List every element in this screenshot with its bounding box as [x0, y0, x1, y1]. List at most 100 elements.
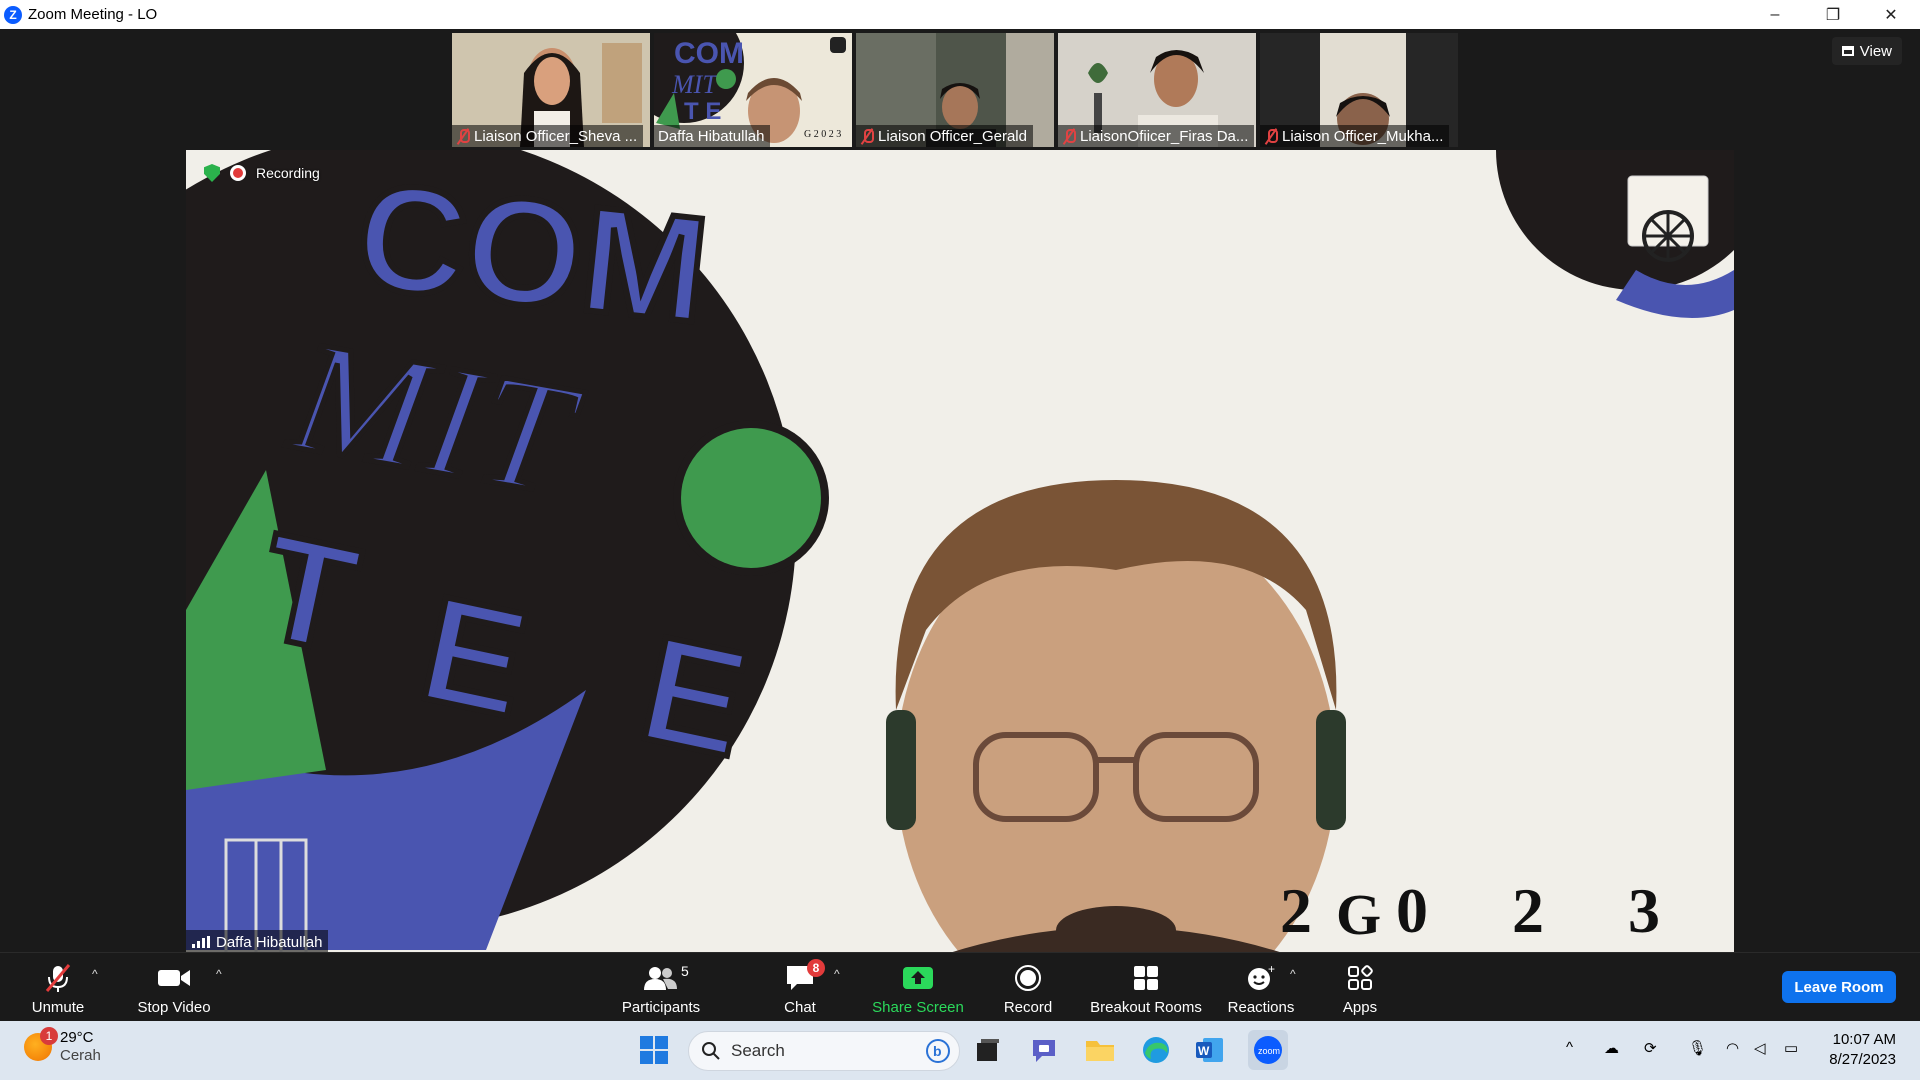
speaker-name-tag: Daffa Hibatullah	[186, 930, 329, 954]
apps-icon	[1346, 963, 1374, 993]
participant-thumbnail-active[interactable]: COM MIT T E G 2 0 2 3 Daffa Hibatullah	[654, 33, 852, 147]
weather-sun-icon: 1	[24, 1027, 58, 1061]
participants-count: 5	[681, 963, 689, 979]
record-button[interactable]: Record	[1002, 959, 1054, 1019]
show-hidden-icons-chevron-icon[interactable]: ^	[1566, 1039, 1573, 1056]
close-button[interactable]: ✕	[1862, 0, 1920, 29]
recording-indicator: Recording	[204, 164, 320, 182]
participant-name: Daffa Hibatullah	[658, 127, 765, 145]
recording-dot-icon	[230, 165, 246, 181]
mic-muted-icon	[43, 963, 73, 993]
view-label: View	[1859, 42, 1892, 60]
svg-text:COM: COM	[674, 37, 744, 70]
onedrive-cloud-icon[interactable]: ☁	[1604, 1039, 1619, 1057]
participant-name-tag: Daffa Hibatullah	[654, 125, 771, 147]
zoom-logo-icon: Z	[4, 5, 22, 24]
minimize-button[interactable]: –	[1746, 0, 1804, 29]
search-icon	[702, 1042, 720, 1060]
active-speaker-video: COM MIT T E E G 2 0 2 3 Recording Daffa …	[186, 150, 1734, 954]
window-controls: – ❐ ✕	[1746, 0, 1920, 29]
participant-name-tag: LiaisonOfiicer_Firas Da...	[1058, 125, 1255, 147]
reactions-label: Reactions	[1227, 999, 1295, 1016]
participant-name-tag: Liaison Officer_Mukha...	[1260, 125, 1450, 147]
encryption-shield-icon	[204, 164, 220, 182]
thumbnail-strip: Liaison Officer_Sheva ... COM MIT T E G 2 0…	[452, 33, 1458, 147]
microphone-icon[interactable]: 🎙	[1688, 1039, 1707, 1057]
participant-name: Liaison Officer_Sheva ...	[474, 127, 638, 145]
unmute-button[interactable]: Unmute	[26, 959, 90, 1019]
participant-name: Liaison Officer_Mukha...	[1282, 127, 1444, 145]
record-label: Record	[1003, 999, 1053, 1016]
restore-button[interactable]: ❐	[1804, 0, 1862, 29]
chat-bubble-icon: 8	[785, 959, 825, 993]
taskbar-clock[interactable]: 10:07 AM 8/27/2023	[1829, 1030, 1896, 1070]
svg-text:MIT: MIT	[671, 70, 718, 99]
teams-chat-icon[interactable]	[1028, 1034, 1060, 1066]
breakout-rooms-icon	[1132, 963, 1160, 993]
battery-icon[interactable]: ▭	[1784, 1039, 1798, 1057]
reactions-options-caret-icon[interactable]: ^	[1290, 967, 1296, 981]
mic-muted-icon	[1062, 128, 1076, 144]
participant-thumbnail[interactable]: Liaison Officer_Sheva ...	[452, 33, 650, 147]
stop-video-button[interactable]: Stop Video	[134, 959, 214, 1019]
mic-muted-icon	[1264, 128, 1278, 144]
speaker-name: Daffa Hibatullah	[216, 933, 323, 951]
file-explorer-icon[interactable]	[1084, 1034, 1116, 1066]
recording-label: Recording	[256, 165, 320, 181]
share-screen-button[interactable]: Share Screen	[870, 959, 966, 1019]
chat-button[interactable]: 8 Chat	[780, 959, 825, 1019]
breakout-rooms-button[interactable]: Breakout Rooms	[1088, 959, 1204, 1019]
participant-name-tag: Liaison Officer_Sheva ...	[452, 125, 644, 147]
windows-start-icon[interactable]	[638, 1034, 670, 1066]
share-screen-icon	[902, 963, 934, 993]
svg-text:G 2 0 2 3: G 2 0 2 3	[804, 129, 841, 140]
participant-name: LiaisonOfiicer_Firas Da...	[1080, 127, 1249, 145]
search-placeholder: Search	[731, 1041, 785, 1060]
participants-button[interactable]: 5 Participants	[618, 959, 704, 1019]
svg-text:zoom: zoom	[1258, 1046, 1280, 1056]
reactions-button[interactable]: + Reactions	[1226, 959, 1296, 1019]
word-icon[interactable]: W	[1194, 1034, 1226, 1066]
participant-thumbnail[interactable]: Liaison Officer_Gerald	[856, 33, 1054, 147]
task-view-icon[interactable]	[972, 1034, 1004, 1066]
background-year: 2 0 2 3	[1280, 875, 1694, 946]
weather-description: Cerah	[60, 1047, 101, 1064]
leave-room-button[interactable]: Leave Room	[1782, 971, 1896, 1003]
chat-options-caret-icon[interactable]: ^	[834, 967, 840, 981]
participant-thumbnail[interactable]: Liaison Officer_Mukha...	[1260, 33, 1458, 147]
participant-thumbnail[interactable]: LiaisonOfiicer_Firas Da...	[1058, 33, 1256, 147]
signal-bars-icon	[192, 936, 210, 948]
reactions-smiley-icon: +	[1246, 963, 1276, 993]
taskbar-search-box[interactable]: Search b	[688, 1031, 960, 1071]
view-button[interactable]: View	[1831, 37, 1902, 65]
clock-time: 10:07 AM	[1832, 1031, 1896, 1048]
clock-date: 8/27/2023	[1829, 1051, 1896, 1068]
edge-browser-icon[interactable]	[1140, 1034, 1172, 1066]
wifi-icon[interactable]: ◠	[1726, 1039, 1739, 1057]
sync-icon[interactable]: ⟳	[1644, 1039, 1657, 1057]
zoom-taskbar-icon[interactable]: zoom	[1248, 1030, 1288, 1070]
unmute-label: Unmute	[31, 999, 85, 1016]
bing-icon: b	[926, 1039, 950, 1063]
window-title: Zoom Meeting - LO	[28, 6, 158, 23]
weather-badge: 1	[40, 1027, 58, 1045]
breakout-rooms-label: Breakout Rooms	[1090, 999, 1202, 1016]
svg-text:b: b	[933, 1043, 942, 1059]
participants-label: Participants	[621, 999, 701, 1016]
apps-button[interactable]: Apps	[1340, 959, 1380, 1019]
mic-muted-icon	[860, 128, 874, 144]
chat-label: Chat	[784, 999, 816, 1016]
svg-text:+: +	[1268, 964, 1275, 976]
volume-icon[interactable]: ◁	[1754, 1039, 1766, 1057]
audio-options-caret-icon[interactable]: ^	[92, 967, 98, 981]
share-screen-label: Share Screen	[872, 999, 964, 1016]
view-grid-icon	[1841, 46, 1854, 56]
weather-widget[interactable]: 1 29°C Cerah	[24, 1027, 101, 1065]
video-options-caret-icon[interactable]: ^	[216, 967, 222, 981]
record-icon	[1014, 963, 1042, 993]
svg-text:T E: T E	[684, 98, 721, 125]
participants-icon: 5	[643, 963, 689, 993]
chat-unread-badge: 8	[807, 959, 825, 977]
svg-text:W: W	[1198, 1044, 1210, 1058]
speaker-video-feed: COM MIT T E E	[186, 150, 1734, 954]
